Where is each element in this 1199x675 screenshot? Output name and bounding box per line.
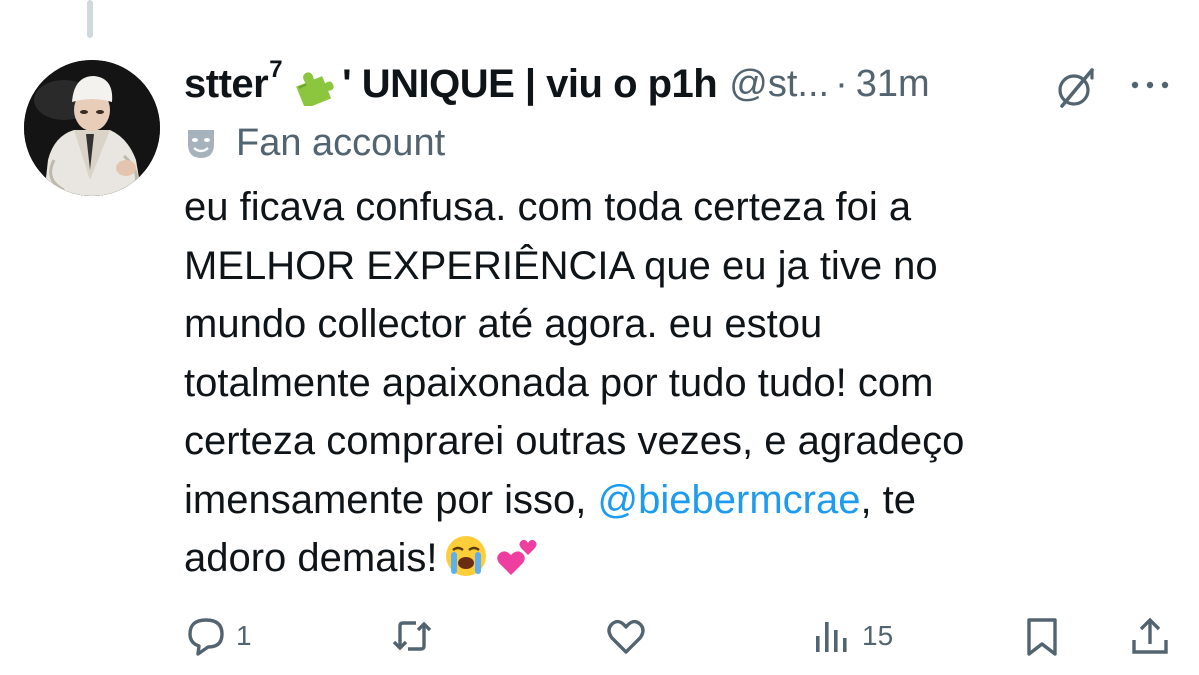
display-name-superscript: 7	[269, 56, 283, 83]
tweet-header: stter 7 ' UNIQUE | viu o p1h @st... · 31m	[184, 56, 1184, 112]
share-button[interactable]	[1128, 612, 1172, 660]
two-hearts-icon	[497, 539, 537, 575]
display-name-prefix: stter	[184, 61, 269, 106]
loudly-crying-face-icon	[446, 536, 487, 576]
action-bar: 1 15	[184, 612, 1174, 660]
mention-link[interactable]: @biebermcrae	[598, 478, 861, 522]
reply-icon	[188, 618, 224, 656]
heart-icon	[607, 619, 645, 654]
like-button[interactable]	[604, 612, 656, 660]
reply-button[interactable]: 1	[184, 612, 252, 660]
tweet-page: stter 7 ' UNIQUE | viu o p1h @st... · 31m…	[0, 0, 1199, 675]
tweet-text-body: eu ficava confusa. com toda certeza foi …	[184, 185, 965, 522]
thread-line	[87, 0, 93, 38]
puzzle-piece-icon	[296, 72, 334, 106]
repost-icon	[392, 621, 432, 651]
performing-arts-icon	[188, 130, 214, 158]
user-handle[interactable]: @st...	[729, 63, 829, 106]
reply-count: 1	[236, 620, 252, 651]
bookmark-button[interactable]	[1020, 612, 1064, 660]
avatar[interactable]	[24, 60, 160, 196]
account-label-text: Fan account	[236, 121, 446, 164]
share-icon	[1132, 617, 1168, 654]
timestamp[interactable]: 31m	[856, 63, 930, 106]
repost-button[interactable]	[390, 612, 442, 660]
views-count: 15	[862, 620, 894, 651]
views-icon	[816, 622, 847, 652]
tweet-text: eu ficava confusa. com toda certeza foi …	[184, 178, 1174, 588]
grok-icon[interactable]	[1054, 66, 1098, 110]
more-icon[interactable]	[1128, 78, 1172, 92]
display-name[interactable]: stter 7 ' UNIQUE | viu o p1h	[184, 56, 718, 107]
views-button[interactable]: 15	[810, 612, 893, 660]
account-label: Fan account	[184, 118, 445, 168]
bookmark-icon	[1027, 618, 1057, 656]
header-separator: ·	[835, 62, 848, 105]
display-name-suffix: ' UNIQUE | viu o p1h	[342, 61, 718, 106]
